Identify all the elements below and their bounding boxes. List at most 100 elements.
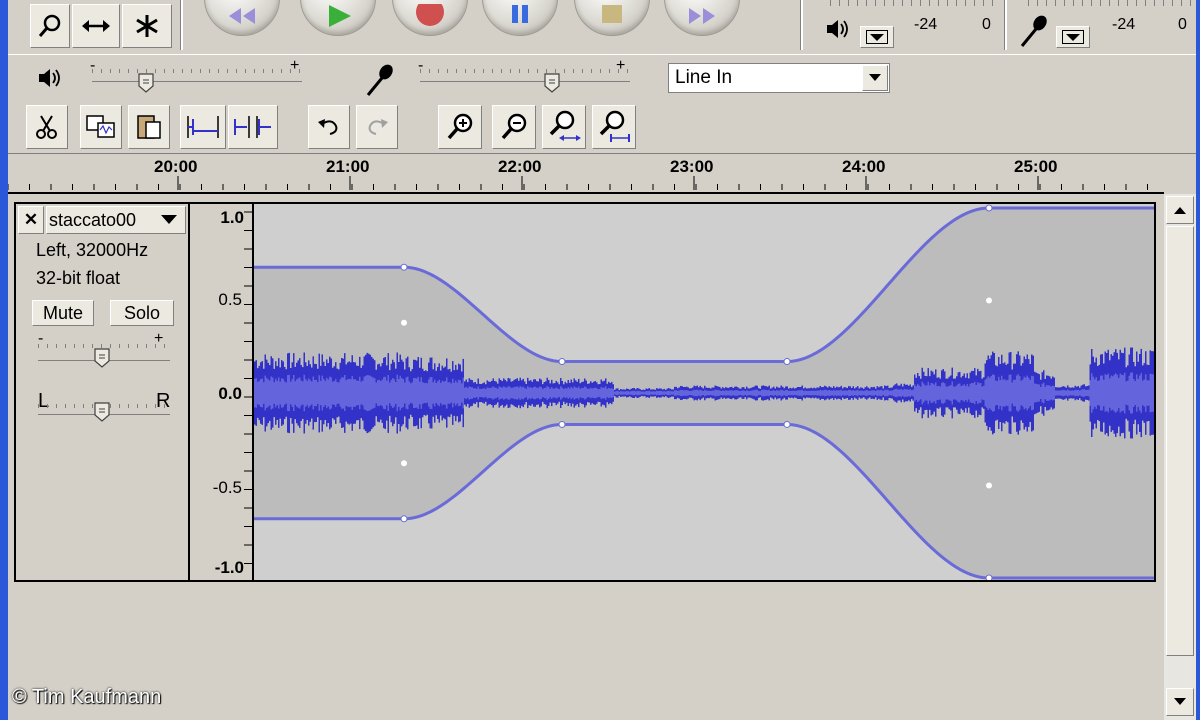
silence-waveform-icon (234, 116, 271, 138)
double-arrow-icon (82, 20, 110, 32)
input-source-select[interactable]: Line In (668, 63, 890, 93)
track-channel-info: Left, 32000Hz (36, 240, 149, 260)
arrow-up-icon (1174, 207, 1186, 214)
timeshift-tool-button[interactable] (72, 4, 120, 48)
scissors-icon (36, 115, 57, 139)
multi-tool-button[interactable] (122, 4, 172, 48)
waveform-display[interactable] (254, 204, 1154, 580)
undo-button[interactable] (308, 105, 350, 149)
zoom-out-button[interactable] (492, 105, 536, 149)
zoom-fit-icon (599, 110, 630, 142)
solo-button[interactable]: Solo (110, 300, 174, 326)
stop-icon (602, 5, 622, 23)
record-meter-label-max: 0 (1178, 16, 1187, 33)
output-slider-ticks (92, 69, 302, 73)
asterisk-icon (136, 15, 158, 37)
envelope-control-point[interactable] (558, 358, 566, 366)
envelope-control-point[interactable] (558, 420, 566, 428)
input-source-dropdown-button[interactable] (862, 65, 888, 91)
mixer-toolbar: - + - + Line In (8, 54, 1196, 104)
trim-waveform-icon (187, 116, 219, 138)
envelope-control-point[interactable] (986, 482, 992, 489)
track-menu-button[interactable]: staccato00 (46, 206, 186, 234)
scroll-down-button[interactable] (1166, 688, 1194, 716)
fit-selection-button[interactable] (542, 105, 586, 149)
envelope-control-point[interactable] (401, 460, 407, 467)
zoom-tool-button[interactable] (30, 4, 70, 48)
redo-button[interactable] (356, 105, 398, 149)
record-meter-ticks (1028, 0, 1196, 6)
trim-button[interactable] (180, 105, 226, 149)
input-source-value: Line In (675, 67, 733, 88)
envelope-control-point[interactable] (400, 515, 408, 523)
skip-end-icon (689, 8, 715, 24)
input-slider-track (420, 81, 630, 82)
record-meter-label-min: -24 (1112, 16, 1136, 33)
skip-start-button[interactable] (204, 0, 280, 36)
vruler-label: 1.0 (220, 208, 244, 227)
speaker-icon (827, 20, 848, 38)
vruler-label: -1.0 (214, 558, 244, 577)
record-button[interactable] (392, 0, 468, 36)
stop-button[interactable] (574, 0, 650, 36)
scroll-thumb[interactable] (1166, 226, 1194, 656)
vertical-scrollbar[interactable] (1164, 194, 1196, 720)
envelope-control-point[interactable] (400, 263, 408, 271)
zoom-in-icon (447, 113, 473, 140)
pause-button[interactable] (482, 0, 558, 36)
redo-icon (368, 119, 388, 135)
envelope-control-point[interactable] (985, 574, 993, 580)
timeline-label: 24:00 (842, 157, 886, 176)
toolbar-separator (1004, 0, 1007, 50)
play-button[interactable] (300, 0, 376, 36)
copy-button[interactable] (80, 105, 122, 149)
pan-right-label: R (156, 390, 171, 412)
play-icon (329, 5, 351, 27)
audio-track: ✕ staccato00 Left, 32000Hz 32-bit float … (14, 202, 1156, 582)
chevron-down-icon (161, 215, 177, 224)
paste-button[interactable] (128, 105, 170, 149)
playback-meter-menu-button[interactable] (860, 26, 894, 48)
record-meter-menu-button[interactable] (1056, 26, 1090, 48)
microphone-icon (1020, 15, 1047, 47)
silence-button[interactable] (228, 105, 278, 149)
envelope-control-point[interactable] (783, 358, 791, 366)
vruler-label: 0.5 (218, 290, 242, 309)
zoom-selection-icon (549, 110, 581, 141)
output-slider-thumb[interactable] (138, 73, 154, 93)
pan-left-label: L (38, 390, 50, 412)
envelope-control-point[interactable] (783, 420, 791, 428)
arrow-down-icon (1174, 698, 1186, 705)
fit-project-button[interactable] (592, 105, 636, 149)
window-border-right (1196, 0, 1200, 720)
zoom-in-button[interactable] (438, 105, 482, 149)
gain-slider-thumb[interactable] (94, 348, 110, 368)
skip-end-button[interactable] (664, 0, 740, 36)
dropdown-arrow-icon (1062, 30, 1084, 44)
input-slider-thumb[interactable] (544, 73, 560, 93)
microphone-icon (366, 64, 393, 96)
cut-button[interactable] (26, 105, 68, 149)
undo-icon (318, 119, 338, 135)
record-icon (416, 4, 444, 26)
timeline-label: 25:00 (1014, 157, 1058, 176)
skip-start-icon (229, 8, 255, 24)
mute-button[interactable]: Mute (32, 300, 94, 326)
envelope-control-point[interactable] (985, 204, 993, 212)
ruler-corner (1164, 154, 1196, 194)
scroll-up-button[interactable] (1166, 196, 1194, 224)
envelope-control-point[interactable] (986, 297, 992, 304)
output-slider-track (92, 81, 302, 82)
timeline-ruler[interactable]: 20:00 21:00 22:00 23:00 24:00 25:00 (8, 154, 1164, 194)
vruler-label: 0.0 (218, 384, 242, 403)
playback-meter-label-max: 0 (982, 16, 991, 33)
magnifier-icon (38, 14, 61, 37)
window-border-left (0, 0, 8, 720)
vruler-label: -0.5 (212, 478, 242, 497)
pan-slider-thumb[interactable] (94, 402, 110, 422)
toolbar-separator (800, 0, 803, 50)
control-toolbar: -24 0 -24 0 (8, 0, 1196, 54)
envelope-control-point[interactable] (401, 319, 407, 326)
track-close-button[interactable]: ✕ (18, 206, 44, 234)
chevron-down-icon (869, 74, 881, 81)
